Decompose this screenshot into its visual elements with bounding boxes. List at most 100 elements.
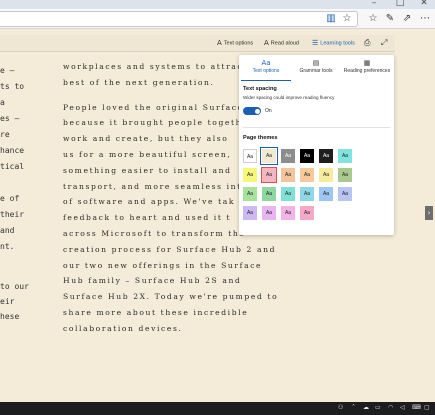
page-theme-swatch[interactable]: Aa	[281, 168, 295, 182]
article-line: best of the next generation.	[63, 77, 215, 87]
page-theme-swatch[interactable]: Aa	[300, 168, 314, 182]
page-theme-swatch[interactable]: Aa	[243, 149, 257, 163]
tab-label: Text options	[252, 68, 280, 74]
left-text-line: es –	[0, 114, 20, 123]
page-theme-swatch[interactable]: Aa	[261, 167, 277, 183]
page-theme-swatch[interactable]: Aa	[300, 187, 314, 201]
reading-view-icon[interactable]: ▥	[324, 12, 338, 26]
left-text-line: ts to	[0, 82, 25, 91]
left-text-line: hance	[0, 146, 25, 155]
text-spacing-description: Wider spacing could improve reading flue…	[243, 95, 335, 100]
favorites-list-icon[interactable]: ☆	[366, 12, 380, 26]
text-spacing-title: Text spacing	[243, 86, 277, 92]
notifications-icon[interactable]: ▢	[424, 404, 430, 411]
article-line: us for a more beautiful screen,	[63, 150, 232, 159]
article-line: People loved the original Surface	[63, 102, 244, 112]
cloud-icon[interactable]: ☁	[363, 404, 369, 411]
page-theme-swatch[interactable]: Aa	[338, 187, 352, 201]
page-theme-swatch[interactable]: Aa	[319, 168, 333, 182]
page-theme-swatch[interactable]: Aa	[300, 149, 314, 163]
article-line: because it brought people togeth	[63, 118, 243, 128]
taskbar: ⚇ ˄ ☁ ▭ ◠ ◁ ⌨ ▢	[0, 402, 435, 415]
notes-icon[interactable]: ✎	[383, 12, 397, 26]
left-text-line: and	[0, 226, 15, 235]
left-text-line: eir	[0, 297, 15, 306]
page-theme-swatch[interactable]: Aa	[319, 149, 333, 163]
article-line: creation process for Surface Hub 2 and	[63, 244, 277, 254]
battery-icon[interactable]: ▭	[375, 404, 381, 411]
tab-reading-preferences[interactable]: ▦ Reading preferences	[342, 59, 392, 81]
title-bar: – □ ✕	[0, 0, 435, 9]
learning-tools-label: Learning tools	[320, 40, 355, 47]
page-theme-swatch[interactable]: Aa	[243, 187, 257, 201]
favorite-star-icon[interactable]: ☆	[340, 12, 354, 26]
left-text-line: to our	[0, 282, 29, 291]
volume-icon[interactable]: ◁	[400, 404, 405, 411]
toggle-state-label: On	[265, 108, 272, 114]
page-theme-swatch[interactable]: Aa	[281, 187, 295, 201]
page-theme-swatch[interactable]: Aa	[281, 206, 295, 220]
more-icon[interactable]: ⋯	[418, 12, 432, 26]
article-line: workplaces and systems to attrac	[63, 62, 244, 71]
read-aloud-icon: A	[264, 39, 269, 47]
maximize-button[interactable]: □	[390, 0, 410, 8]
print-icon[interactable]: ⎙	[364, 38, 370, 48]
learning-tools-icon: ☰	[312, 39, 319, 47]
page-theme-swatch[interactable]: Aa	[281, 149, 295, 163]
toggle-knob	[254, 108, 260, 114]
left-text-line: their	[0, 210, 25, 219]
page-theme-swatch[interactable]: Aa	[262, 206, 276, 220]
page-themes-title: Page themes	[243, 135, 278, 141]
keyboard-icon[interactable]: ⌨	[412, 404, 421, 411]
page-theme-swatch[interactable]: Aa	[243, 168, 257, 182]
page-theme-swatch[interactable]: Aa	[338, 168, 352, 182]
address-bar[interactable]: ▥ ☆	[0, 11, 358, 27]
page-theme-swatch[interactable]: Aa	[260, 147, 278, 165]
tab-label: Reading preferences	[343, 68, 391, 74]
article-line: something easier to install and	[63, 165, 232, 175]
side-panel-handle[interactable]: ›	[425, 206, 433, 220]
share-icon[interactable]: ⇗	[400, 12, 414, 26]
left-text-line: tical	[0, 162, 25, 171]
article-line: across Microsoft to transform the	[63, 229, 246, 238]
article-line: collaboration devices.	[63, 323, 183, 333]
fullscreen-icon[interactable]: ⤢	[381, 38, 387, 48]
left-text-line: nt.	[0, 242, 15, 251]
read-aloud-label: Read aloud	[270, 40, 299, 47]
page-theme-swatch[interactable]: Aa	[300, 206, 314, 220]
page-theme-swatch[interactable]: Aa	[319, 187, 333, 201]
learning-tools-panel: Aa Text options ▤ Grammar tools ▦ Readin…	[239, 55, 394, 235]
left-text-line: a	[0, 98, 5, 107]
text-spacing-toggle[interactable]	[243, 107, 261, 115]
left-text-line: re	[0, 130, 10, 139]
close-button[interactable]: ✕	[414, 0, 434, 8]
tab-label: Grammar tools	[299, 68, 333, 74]
divider	[243, 127, 390, 128]
reader-toolbar: A Text options A Read aloud ☰ Learning tool…	[0, 35, 395, 52]
text-options-button[interactable]: A Text options	[217, 38, 253, 48]
reading-preferences-icon: ▦	[363, 59, 371, 67]
article-line: Hub family – Surface Hub 2S and	[63, 276, 242, 286]
read-aloud-button[interactable]: A Read aloud	[264, 38, 299, 48]
wifi-icon[interactable]: ◠	[388, 404, 393, 411]
text-options-icon: Aa	[261, 59, 271, 67]
learning-tools-button[interactable]: ☰ Learning tools	[312, 38, 355, 48]
tab-text-options[interactable]: Aa Text options	[241, 59, 291, 81]
browser-toolbar: ▥ ☆ ☆ ✎ ⇗ ⋯	[0, 9, 435, 29]
minimize-button[interactable]: –	[364, 0, 384, 8]
left-text-line: hese	[0, 312, 20, 321]
tab-grammar-tools[interactable]: ▤ Grammar tools	[291, 59, 341, 81]
chevron-up-icon[interactable]: ˄	[352, 404, 355, 411]
page-theme-swatch[interactable]: Aa	[338, 149, 352, 163]
article-line: transport, and more seamless int	[63, 181, 242, 191]
article-line: work and create, but they also	[63, 134, 229, 144]
people-icon[interactable]: ⚇	[338, 404, 343, 411]
text-options-icon: A	[217, 39, 222, 47]
page-theme-swatch[interactable]: Aa	[243, 206, 257, 220]
page-theme-swatch[interactable]: Aa	[262, 187, 276, 201]
left-text-line: e –	[0, 66, 15, 75]
article-line: of software and apps. We've tak	[63, 197, 236, 207]
grammar-tools-icon: ▤	[312, 59, 320, 67]
article-line: Surface Hub 2X. Today we're pumped to	[63, 292, 279, 302]
article-line: share more about these incredible	[63, 308, 249, 317]
